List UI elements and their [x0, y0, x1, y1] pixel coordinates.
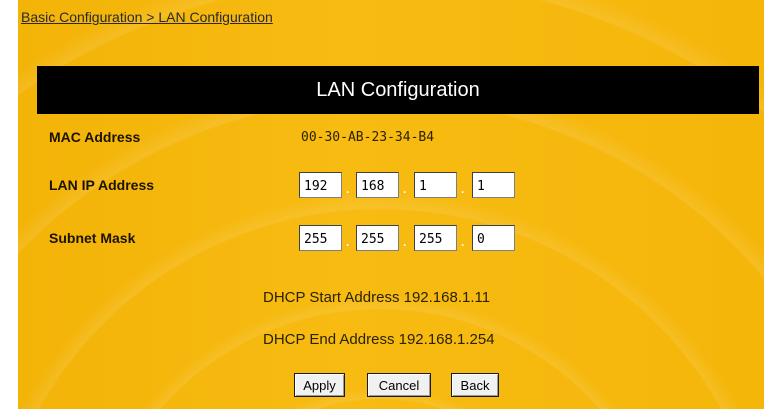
lan-ip-octet-1[interactable] [299, 172, 342, 198]
mac-address-label: MAC Address [49, 129, 141, 145]
ip-dot-separator: . [346, 182, 350, 196]
left-frame-strip [0, 0, 18, 409]
ip-dot-separator: . [403, 182, 407, 196]
mac-address-value: 00-30-AB-23-34-B4 [301, 130, 435, 145]
page-title: LAN Configuration [37, 66, 759, 114]
subnet-octet-4[interactable] [472, 225, 515, 251]
apply-button[interactable]: Apply [294, 373, 345, 397]
breadcrumb-parent[interactable]: Basic Configuration [21, 9, 142, 25]
breadcrumb-current[interactable]: LAN Configuration [158, 9, 272, 25]
breadcrumb-separator: > [146, 9, 155, 25]
subnet-octet-2[interactable] [356, 225, 399, 251]
lan-ip-octet-2[interactable] [356, 172, 399, 198]
dhcp-end-address: DHCP End Address 192.168.1.254 [263, 331, 495, 348]
ip-dot-separator: . [403, 235, 407, 249]
dhcp-start-address: DHCP Start Address 192.168.1.11 [263, 289, 491, 306]
ip-dot-separator: . [346, 235, 350, 249]
back-button[interactable]: Back [451, 373, 499, 397]
ip-dot-separator: . [461, 235, 465, 249]
breadcrumb[interactable]: Basic Configuration > LAN Configuration [21, 9, 273, 25]
lan-ip-address-label: LAN IP Address [49, 177, 155, 193]
ip-dot-separator: . [461, 182, 465, 196]
subnet-octet-1[interactable] [299, 225, 342, 251]
subnet-octet-3[interactable] [414, 225, 457, 251]
lan-ip-octet-3[interactable] [414, 172, 457, 198]
subnet-mask-label: Subnet Mask [49, 230, 136, 246]
lan-ip-octet-4[interactable] [472, 172, 515, 198]
cancel-button[interactable]: Cancel [367, 373, 431, 397]
